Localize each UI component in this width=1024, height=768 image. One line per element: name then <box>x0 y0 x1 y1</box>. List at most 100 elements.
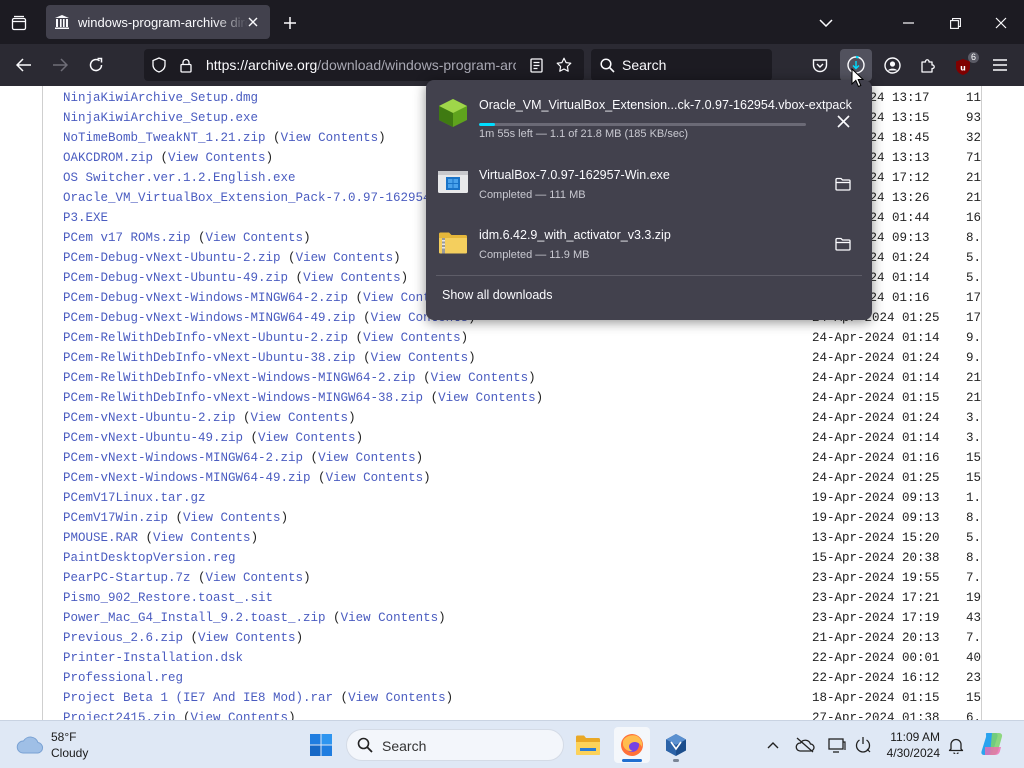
weather-temp[interactable]: 58°F <box>51 730 76 744</box>
file-explorer-icon[interactable] <box>570 727 606 763</box>
view-contents-link[interactable]: View Contents <box>296 251 394 265</box>
file-link[interactable]: PCem-Debug-vNext-Windows-MINGW64-49.zip <box>63 311 356 325</box>
start-windows-icon[interactable] <box>303 727 339 763</box>
bookmark-star-icon[interactable] <box>555 56 573 74</box>
view-contents-link[interactable]: View Contents <box>438 391 536 405</box>
view-contents-link[interactable]: View Contents <box>303 271 401 285</box>
view-contents-link[interactable]: View Contents <box>318 451 416 465</box>
back-arrow-icon[interactable] <box>13 54 35 76</box>
extensions-puzzle-icon[interactable] <box>917 54 939 76</box>
file-link[interactable]: Previous_2.6.zip <box>63 631 183 645</box>
file-link[interactable]: PCem-RelWithDebInfo-vNext-Windows-MINGW6… <box>63 391 423 405</box>
download-item-extpack[interactable]: Oracle_VM_VirtualBox_Extension...ck-7.0.… <box>426 86 872 144</box>
view-contents-link[interactable]: View Contents <box>371 351 469 365</box>
display-icon[interactable] <box>826 734 848 756</box>
search-bar[interactable]: Search <box>591 49 772 81</box>
file-link[interactable]: PCem v17 ROMs.zip <box>63 231 191 245</box>
view-contents-link[interactable]: View Contents <box>168 151 266 165</box>
file-link[interactable]: PCemV17Linux.tar.gz <box>63 491 206 505</box>
file-link[interactable]: P3.EXE <box>63 211 108 225</box>
file-row: PCem-RelWithDebInfo-vNext-Windows-MINGW6… <box>63 388 543 408</box>
cloud-offline-icon[interactable] <box>794 734 816 756</box>
restore-icon[interactable] <box>944 12 966 34</box>
view-contents-link[interactable]: View Contents <box>258 431 356 445</box>
ublock-origin-icon[interactable]: u 6 <box>951 50 979 80</box>
clock-date[interactable]: 4/30/2024 <box>873 746 940 760</box>
file-link[interactable]: Pismo_902_Restore.toast_.sit <box>63 591 273 605</box>
file-link[interactable]: Printer-Installation.dsk <box>63 651 243 665</box>
new-tab-icon[interactable] <box>279 12 301 34</box>
virtualbox-icon[interactable] <box>658 727 694 763</box>
file-link[interactable]: NinjaKiwiArchive_Setup.dmg <box>63 91 258 105</box>
show-in-folder-icon[interactable] <box>828 169 858 199</box>
reload-icon[interactable] <box>85 54 107 76</box>
cloud-weather-icon[interactable] <box>14 730 46 758</box>
download-item-virtualbox[interactable]: VirtualBox-7.0.97-162957-Win.exe Complet… <box>426 155 872 213</box>
file-link[interactable]: PCem-RelWithDebInfo-vNext-Windows-MINGW6… <box>63 371 416 385</box>
show-hidden-icons-chevron-icon[interactable] <box>762 734 784 756</box>
cancel-download-icon[interactable] <box>828 106 858 136</box>
view-contents-link[interactable]: View Contents <box>348 691 446 705</box>
file-link[interactable]: OS Switcher.ver.1.2.English.exe <box>63 171 296 185</box>
view-contents-link[interactable]: View Contents <box>326 471 424 485</box>
view-contents-link[interactable]: View Contents <box>153 531 251 545</box>
view-contents-link[interactable]: View Contents <box>206 571 304 585</box>
minimize-icon[interactable] <box>897 12 919 34</box>
window-close-icon[interactable] <box>990 12 1012 34</box>
view-contents-link[interactable]: View Contents <box>341 611 439 625</box>
account-icon[interactable] <box>881 54 903 76</box>
notification-bell-icon[interactable] <box>945 734 967 756</box>
file-link[interactable]: Project Beta 1 (IE7 And IE8 Mod).rar <box>63 691 333 705</box>
file-link[interactable]: NinjaKiwiArchive_Setup.exe <box>63 111 258 125</box>
file-link[interactable]: OAKCDROM.zip <box>63 151 153 165</box>
tab-list-icon[interactable] <box>8 12 30 34</box>
tab-archive[interactable]: windows-program-archive directory listin… <box>46 5 270 39</box>
weather-desc[interactable]: Cloudy <box>51 746 88 760</box>
file-link[interactable]: Power_Mac_G4_Install_9.2.toast_.zip <box>63 611 326 625</box>
url-bar[interactable]: https://archive.org/download/windows-pro… <box>144 49 584 81</box>
show-in-folder-icon[interactable] <box>828 229 858 259</box>
file-link[interactable]: PCem-vNext-Ubuntu-49.zip <box>63 431 243 445</box>
view-contents-link[interactable]: View Contents <box>183 511 281 525</box>
paren: ) <box>528 371 536 385</box>
file-link[interactable]: PCem-RelWithDebInfo-vNext-Ubuntu-38.zip <box>63 351 356 365</box>
show-all-downloads-button[interactable]: Show all downloads <box>442 288 553 302</box>
copilot-icon[interactable] <box>978 730 1006 758</box>
view-contents-link[interactable]: View Contents <box>363 331 461 345</box>
file-size: 23 <box>966 671 982 685</box>
file-link[interactable]: PCem-Debug-vNext-Windows-MINGW64-2.zip <box>63 291 348 305</box>
tab-close-icon[interactable] <box>244 13 262 31</box>
forward-arrow-icon[interactable] <box>49 54 71 76</box>
view-contents-link[interactable]: View Contents <box>198 631 296 645</box>
download-item-idm[interactable]: idm.6.42.9_with_activator_v3.3.zip Compl… <box>426 215 872 273</box>
taskbar-search[interactable]: Search <box>346 729 564 761</box>
clock-time[interactable]: 11:09 AM <box>888 730 940 744</box>
view-contents-link[interactable]: View Contents <box>281 131 379 145</box>
reader-view-icon[interactable] <box>527 56 545 74</box>
power-settings-icon[interactable] <box>852 734 874 756</box>
pocket-icon[interactable] <box>809 54 831 76</box>
file-link[interactable]: Professional.reg <box>63 671 183 685</box>
file-link[interactable]: NoTimeBomb_TweakNT_1.21.zip <box>63 131 266 145</box>
file-link[interactable]: PCemV17Win.zip <box>63 511 168 525</box>
lock-icon[interactable] <box>177 56 195 74</box>
list-all-tabs-chevron-icon[interactable] <box>815 12 837 34</box>
view-contents-link[interactable]: View Contents <box>251 411 349 425</box>
download-name: idm.6.42.9_with_activator_v3.3.zip <box>479 228 671 242</box>
file-link[interactable]: Oracle_VM_VirtualBox_Extension_Pack-7.0.… <box>63 191 453 205</box>
file-link[interactable]: PearPC-Startup.7z <box>63 571 191 585</box>
view-contents-link[interactable]: View Contents <box>206 231 304 245</box>
view-contents-link[interactable]: View Contents <box>431 371 529 385</box>
hamburger-menu-icon[interactable] <box>989 54 1011 76</box>
paren: ( <box>325 611 341 625</box>
firefox-icon[interactable] <box>614 727 650 763</box>
file-link[interactable]: PCem-vNext-Ubuntu-2.zip <box>63 411 236 425</box>
file-link[interactable]: PCem-Debug-vNext-Ubuntu-49.zip <box>63 271 288 285</box>
file-link[interactable]: PaintDesktopVersion.reg <box>63 551 236 565</box>
file-link[interactable]: PMOUSE.RAR <box>63 531 138 545</box>
file-link[interactable]: PCem-vNext-Windows-MINGW64-2.zip <box>63 451 303 465</box>
file-link[interactable]: PCem-RelWithDebInfo-vNext-Ubuntu-2.zip <box>63 331 348 345</box>
file-link[interactable]: PCem-vNext-Windows-MINGW64-49.zip <box>63 471 311 485</box>
shield-icon[interactable] <box>150 56 168 74</box>
file-link[interactable]: PCem-Debug-vNext-Ubuntu-2.zip <box>63 251 281 265</box>
